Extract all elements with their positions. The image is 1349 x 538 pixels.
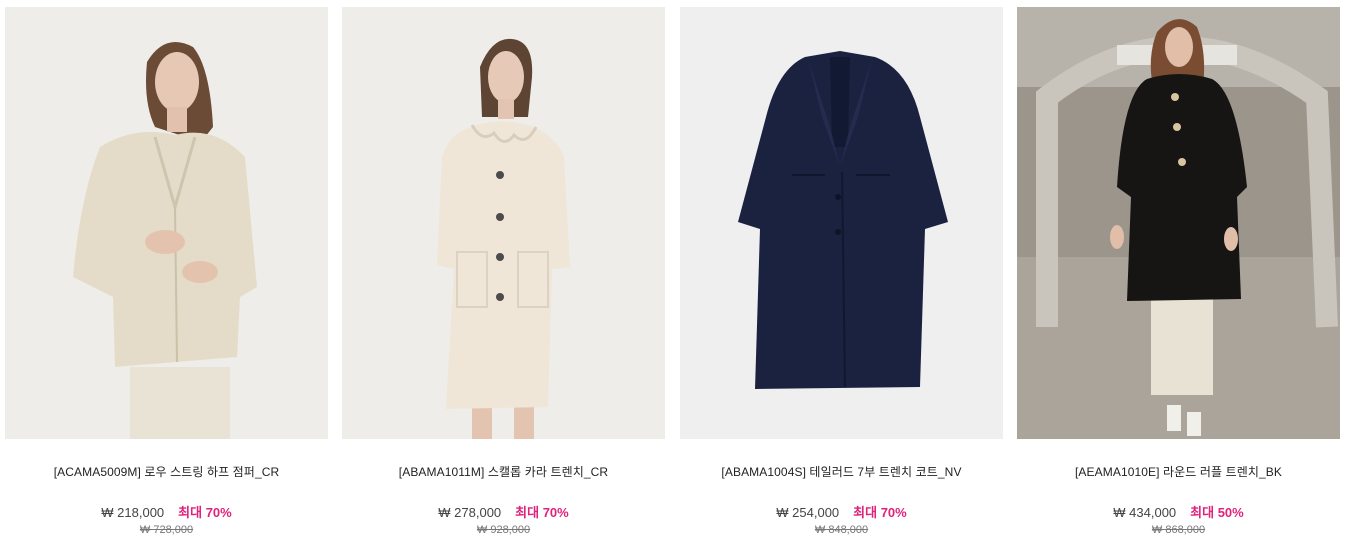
product-name[interactable]: [ACAMA5009M] 로우 스트링 하프 점퍼_CR <box>5 463 328 480</box>
product-image[interactable] <box>680 7 1003 439</box>
product-card[interactable]: [AEAMA1010E] 라운드 러플 트렌치_BK ₩ 434,000 최대 5… <box>1017 7 1340 536</box>
sale-price: ₩ 278,000 <box>438 505 502 520</box>
sale-price: ₩ 434,000 <box>1113 505 1177 520</box>
product-name[interactable]: [ABAMA1011M] 스캘롭 카라 트렌치_CR <box>342 463 665 480</box>
discount-badge: 최대 70% <box>853 505 907 520</box>
original-price: ₩ 848,000 <box>814 524 869 536</box>
discount-badge: 최대 70% <box>515 505 569 520</box>
discount-badge: 최대 50% <box>1190 505 1244 520</box>
original-price: ₩ 728,000 <box>139 524 194 536</box>
product-image[interactable] <box>5 7 328 439</box>
product-name[interactable]: [ABAMA1004S] 테일러드 7부 트렌치 코트_NV <box>680 463 1003 480</box>
product-grid: [ACAMA5009M] 로우 스트링 하프 점퍼_CR ₩ 218,000 최대… <box>0 0 1349 538</box>
sale-price: ₩ 254,000 <box>776 505 840 520</box>
discount-badge: 최대 70% <box>178 505 232 520</box>
product-name[interactable]: [AEAMA1010E] 라운드 러플 트렌치_BK <box>1017 463 1340 480</box>
original-price: ₩ 928,000 <box>476 524 531 536</box>
product-card[interactable]: [ACAMA5009M] 로우 스트링 하프 점퍼_CR ₩ 218,000 최대… <box>5 7 328 536</box>
product-image[interactable] <box>1017 7 1340 439</box>
product-card[interactable]: [ABAMA1004S] 테일러드 7부 트렌치 코트_NV ₩ 254,000… <box>680 7 1003 536</box>
product-card[interactable]: [ABAMA1011M] 스캘롭 카라 트렌치_CR ₩ 278,000 최대 7… <box>342 7 665 536</box>
sale-price: ₩ 218,000 <box>101 505 165 520</box>
product-image[interactable] <box>342 7 665 439</box>
original-price: ₩ 868,000 <box>1151 524 1206 536</box>
